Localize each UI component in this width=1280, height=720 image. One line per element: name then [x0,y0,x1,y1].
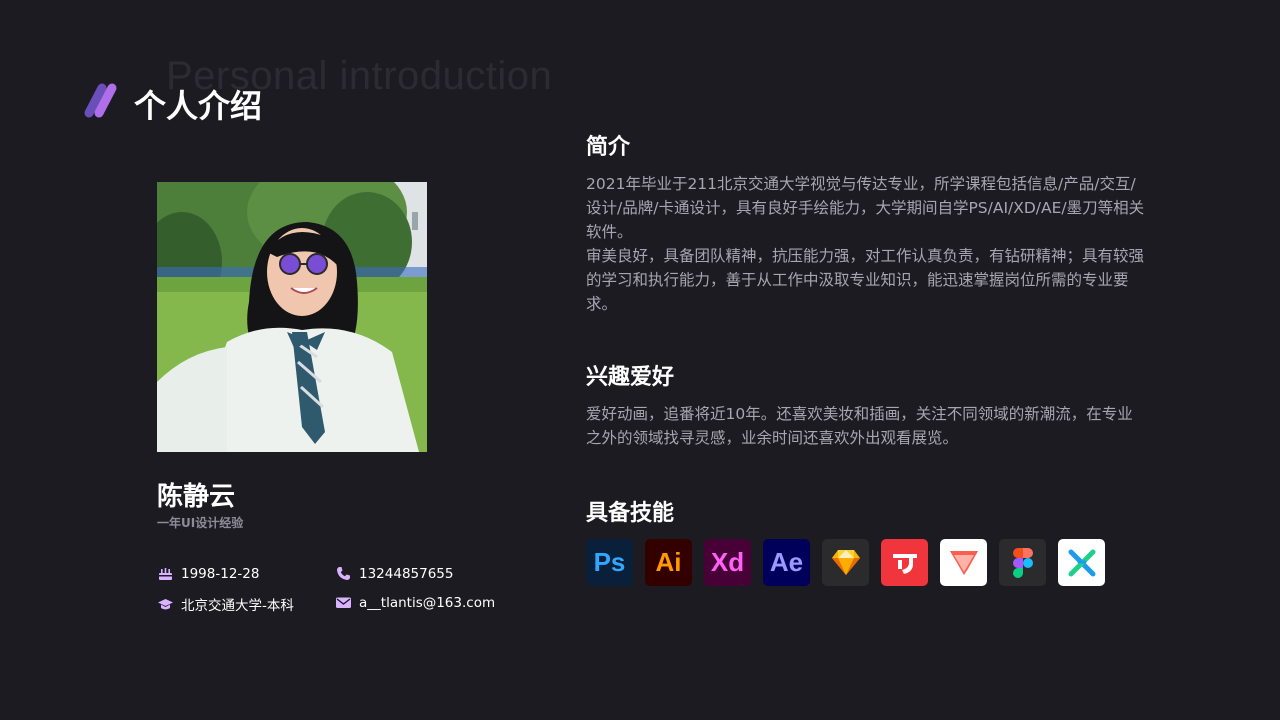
illustrator-icon: Ai [645,539,692,586]
intro-paragraph-1: 2021年毕业于211北京交通大学视觉与传达专业，所学课程包括信息/产品/交互/… [586,175,1145,241]
skills-row: Ps Ai Xd Ae [586,539,1105,586]
intro-paragraph-2: 审美良好，具备团队精神，抗压能力强，对工作认真负责，有钻研精神；具有较强的学习和… [586,247,1145,313]
profile-photo [157,182,427,452]
modao-icon [881,539,928,586]
birthday-text: 1998-12-28 [181,565,260,582]
xmind-icon [1058,539,1105,586]
photoshop-icon: Ps [586,539,633,586]
education-row: 北京交通大学-本科 [157,594,294,614]
page-title: 个人介绍 [134,87,263,125]
phone-icon [335,565,352,582]
envelope-icon [335,594,352,611]
birthday-row: 1998-12-28 [157,565,259,582]
person-name: 陈静云 [157,482,236,512]
hobbies-heading: 兴趣爱好 [586,365,675,390]
figma-icon [999,539,1046,586]
sketch-icon [822,539,869,586]
logo-bars-icon [84,83,117,118]
phone-text: 13244857655 [359,565,454,582]
phone-row: 13244857655 [335,565,453,582]
cake-icon [157,565,174,582]
after-effects-icon: Ae [763,539,810,586]
intro-text: 2021年毕业于211北京交通大学视觉与传达专业，所学课程包括信息/产品/交互/… [586,172,1146,316]
hobbies-text: 爱好动画，追番将近10年。还喜欢美妆和插画，关注不同领域的新潮流，在专业之外的领… [586,405,1133,447]
education-text: 北京交通大学-本科 [181,598,294,614]
resume-page: Personal introduction 个人介绍 陈静云 一年UI设计经验 … [0,0,1280,720]
email-text: a__tlantis@163.com [359,594,496,611]
xd-icon: Xd [704,539,751,586]
intro-heading: 简介 [586,135,631,160]
skills-heading: 具备技能 [586,501,675,526]
axure-layers-icon [940,539,987,586]
graduation-cap-icon [157,596,174,613]
email-row: a__tlantis@163.com [335,594,495,611]
experience-label: 一年UI设计经验 [157,516,244,530]
